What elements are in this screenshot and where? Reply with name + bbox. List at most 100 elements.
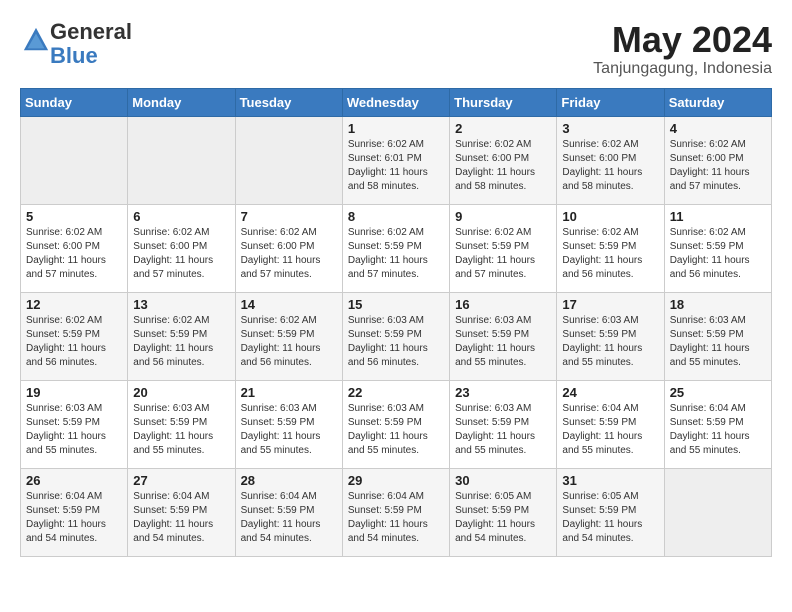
day-info: Sunrise: 6:03 AM Sunset: 5:59 PM Dayligh… <box>455 402 551 458</box>
day-number: 3 <box>562 121 658 136</box>
day-number: 5 <box>26 209 122 224</box>
day-number: 21 <box>241 385 337 400</box>
day-number: 18 <box>670 297 766 312</box>
calendar-day-cell: 25Sunrise: 6:04 AM Sunset: 5:59 PM Dayli… <box>664 380 771 468</box>
weekday-header: Tuesday <box>235 88 342 116</box>
logo-icon <box>22 26 50 54</box>
calendar-week-row: 1 Sunrise: 6:02 AM Sunset: 6:01 PM Daylig… <box>21 116 772 204</box>
calendar-day-cell: 14 Sunrise: 6:02 AM Sunset: 5:59 PM Dayli… <box>235 292 342 380</box>
day-info: Sunrise: 6:02 AM Sunset: 5:59 PM Dayligh… <box>133 314 229 370</box>
calendar-day-cell <box>664 468 771 556</box>
day-info: Sunrise: 6:02 AM Sunset: 5:59 PM Dayligh… <box>670 226 766 282</box>
day-number: 4 <box>670 121 766 136</box>
weekday-header: Monday <box>128 88 235 116</box>
calendar-week-row: 19Sunrise: 6:03 AM Sunset: 5:59 PM Dayli… <box>21 380 772 468</box>
calendar-day-cell: 31 Sunrise: 6:05 AM Sunset: 5:59 PM Dayli… <box>557 468 664 556</box>
calendar-day-cell: 13 Sunrise: 6:02 AM Sunset: 5:59 PM Dayli… <box>128 292 235 380</box>
calendar-day-cell: 2 Sunrise: 6:02 AM Sunset: 6:00 PM Daylig… <box>450 116 557 204</box>
calendar-week-row: 12 Sunrise: 6:02 AM Sunset: 5:59 PM Dayli… <box>21 292 772 380</box>
day-info: Sunrise: 6:05 AM Sunset: 5:59 PM Dayligh… <box>455 490 551 546</box>
day-number: 30 <box>455 473 551 488</box>
weekday-header: Saturday <box>664 88 771 116</box>
day-number: 12 <box>26 297 122 312</box>
day-info: Sunrise: 6:04 AM Sunset: 5:59 PM Dayligh… <box>133 490 229 546</box>
page-header: General Blue May 2024 Tanjungagung, Indo… <box>20 20 772 78</box>
calendar-day-cell: 8Sunrise: 6:02 AM Sunset: 5:59 PM Daylig… <box>342 204 449 292</box>
calendar-day-cell: 7 Sunrise: 6:02 AM Sunset: 6:00 PM Daylig… <box>235 204 342 292</box>
calendar-day-cell: 29 Sunrise: 6:04 AM Sunset: 5:59 PM Dayli… <box>342 468 449 556</box>
calendar-day-cell: 19Sunrise: 6:03 AM Sunset: 5:59 PM Dayli… <box>21 380 128 468</box>
weekday-header: Sunday <box>21 88 128 116</box>
calendar-day-cell: 15 Sunrise: 6:03 AM Sunset: 5:59 PM Dayli… <box>342 292 449 380</box>
day-number: 23 <box>455 385 551 400</box>
day-info: Sunrise: 6:02 AM Sunset: 5:59 PM Dayligh… <box>455 226 551 282</box>
calendar-day-cell: 20Sunrise: 6:03 AM Sunset: 5:59 PM Dayli… <box>128 380 235 468</box>
day-number: 9 <box>455 209 551 224</box>
day-info: Sunrise: 6:03 AM Sunset: 5:59 PM Dayligh… <box>348 314 444 370</box>
day-number: 11 <box>670 209 766 224</box>
calendar-table: SundayMondayTuesdayWednesdayThursdayFrid… <box>20 88 772 557</box>
day-info: Sunrise: 6:02 AM Sunset: 6:00 PM Dayligh… <box>455 138 551 194</box>
calendar-day-cell: 23 Sunrise: 6:03 AM Sunset: 5:59 PM Dayli… <box>450 380 557 468</box>
calendar-day-cell: 21Sunrise: 6:03 AM Sunset: 5:59 PM Dayli… <box>235 380 342 468</box>
day-info: Sunrise: 6:04 AM Sunset: 5:59 PM Dayligh… <box>26 490 122 546</box>
day-number: 10 <box>562 209 658 224</box>
day-info: Sunrise: 6:02 AM Sunset: 6:01 PM Dayligh… <box>348 138 444 194</box>
calendar-day-cell: 30 Sunrise: 6:05 AM Sunset: 5:59 PM Dayli… <box>450 468 557 556</box>
day-number: 26 <box>26 473 122 488</box>
weekday-header: Wednesday <box>342 88 449 116</box>
day-number: 13 <box>133 297 229 312</box>
calendar-week-row: 5 Sunrise: 6:02 AM Sunset: 6:00 PM Daylig… <box>21 204 772 292</box>
day-info: Sunrise: 6:04 AM Sunset: 5:59 PM Dayligh… <box>241 490 337 546</box>
day-number: 17 <box>562 297 658 312</box>
day-info: Sunrise: 6:02 AM Sunset: 5:59 PM Dayligh… <box>241 314 337 370</box>
day-info: Sunrise: 6:04 AM Sunset: 5:59 PM Dayligh… <box>562 402 658 458</box>
day-info: Sunrise: 6:03 AM Sunset: 5:59 PM Dayligh… <box>455 314 551 370</box>
day-info: Sunrise: 6:04 AM Sunset: 5:59 PM Dayligh… <box>348 490 444 546</box>
calendar-day-cell: 28 Sunrise: 6:04 AM Sunset: 5:59 PM Dayli… <box>235 468 342 556</box>
weekday-header: Thursday <box>450 88 557 116</box>
day-info: Sunrise: 6:03 AM Sunset: 5:59 PM Dayligh… <box>562 314 658 370</box>
day-info: Sunrise: 6:02 AM Sunset: 5:59 PM Dayligh… <box>26 314 122 370</box>
day-info: Sunrise: 6:03 AM Sunset: 5:59 PM Dayligh… <box>26 402 122 458</box>
day-number: 27 <box>133 473 229 488</box>
day-info: Sunrise: 6:02 AM Sunset: 5:59 PM Dayligh… <box>348 226 444 282</box>
day-number: 16 <box>455 297 551 312</box>
calendar-day-cell: 17 Sunrise: 6:03 AM Sunset: 5:59 PM Dayli… <box>557 292 664 380</box>
day-info: Sunrise: 6:02 AM Sunset: 6:00 PM Dayligh… <box>241 226 337 282</box>
calendar-header: SundayMondayTuesdayWednesdayThursdayFrid… <box>21 88 772 116</box>
logo: General Blue <box>20 20 132 68</box>
day-info: Sunrise: 6:02 AM Sunset: 5:59 PM Dayligh… <box>562 226 658 282</box>
calendar-day-cell <box>235 116 342 204</box>
day-number: 7 <box>241 209 337 224</box>
day-number: 2 <box>455 121 551 136</box>
title-block: May 2024 Tanjungagung, Indonesia <box>593 20 772 78</box>
day-number: 29 <box>348 473 444 488</box>
day-info: Sunrise: 6:05 AM Sunset: 5:59 PM Dayligh… <box>562 490 658 546</box>
calendar-day-cell: 11 Sunrise: 6:02 AM Sunset: 5:59 PM Dayli… <box>664 204 771 292</box>
day-number: 25 <box>670 385 766 400</box>
day-number: 15 <box>348 297 444 312</box>
location: Tanjungagung, Indonesia <box>593 60 772 78</box>
day-number: 1 <box>348 121 444 136</box>
day-number: 14 <box>241 297 337 312</box>
day-info: Sunrise: 6:02 AM Sunset: 6:00 PM Dayligh… <box>670 138 766 194</box>
calendar-day-cell: 5 Sunrise: 6:02 AM Sunset: 6:00 PM Daylig… <box>21 204 128 292</box>
calendar-day-cell: 18 Sunrise: 6:03 AM Sunset: 5:59 PM Dayli… <box>664 292 771 380</box>
day-number: 31 <box>562 473 658 488</box>
calendar-day-cell: 12 Sunrise: 6:02 AM Sunset: 5:59 PM Dayli… <box>21 292 128 380</box>
day-info: Sunrise: 6:02 AM Sunset: 6:00 PM Dayligh… <box>133 226 229 282</box>
calendar-day-cell: 3Sunrise: 6:02 AM Sunset: 6:00 PM Daylig… <box>557 116 664 204</box>
weekday-header: Friday <box>557 88 664 116</box>
day-number: 22 <box>348 385 444 400</box>
month-title: May 2024 <box>593 20 772 60</box>
calendar-day-cell: 27 Sunrise: 6:04 AM Sunset: 5:59 PM Dayli… <box>128 468 235 556</box>
day-number: 28 <box>241 473 337 488</box>
calendar-body: 1 Sunrise: 6:02 AM Sunset: 6:01 PM Daylig… <box>21 116 772 556</box>
calendar-day-cell: 4 Sunrise: 6:02 AM Sunset: 6:00 PM Daylig… <box>664 116 771 204</box>
logo-general-text: General <box>50 19 132 44</box>
day-info: Sunrise: 6:03 AM Sunset: 5:59 PM Dayligh… <box>133 402 229 458</box>
day-info: Sunrise: 6:02 AM Sunset: 6:00 PM Dayligh… <box>26 226 122 282</box>
day-info: Sunrise: 6:03 AM Sunset: 5:59 PM Dayligh… <box>670 314 766 370</box>
day-info: Sunrise: 6:03 AM Sunset: 5:59 PM Dayligh… <box>348 402 444 458</box>
